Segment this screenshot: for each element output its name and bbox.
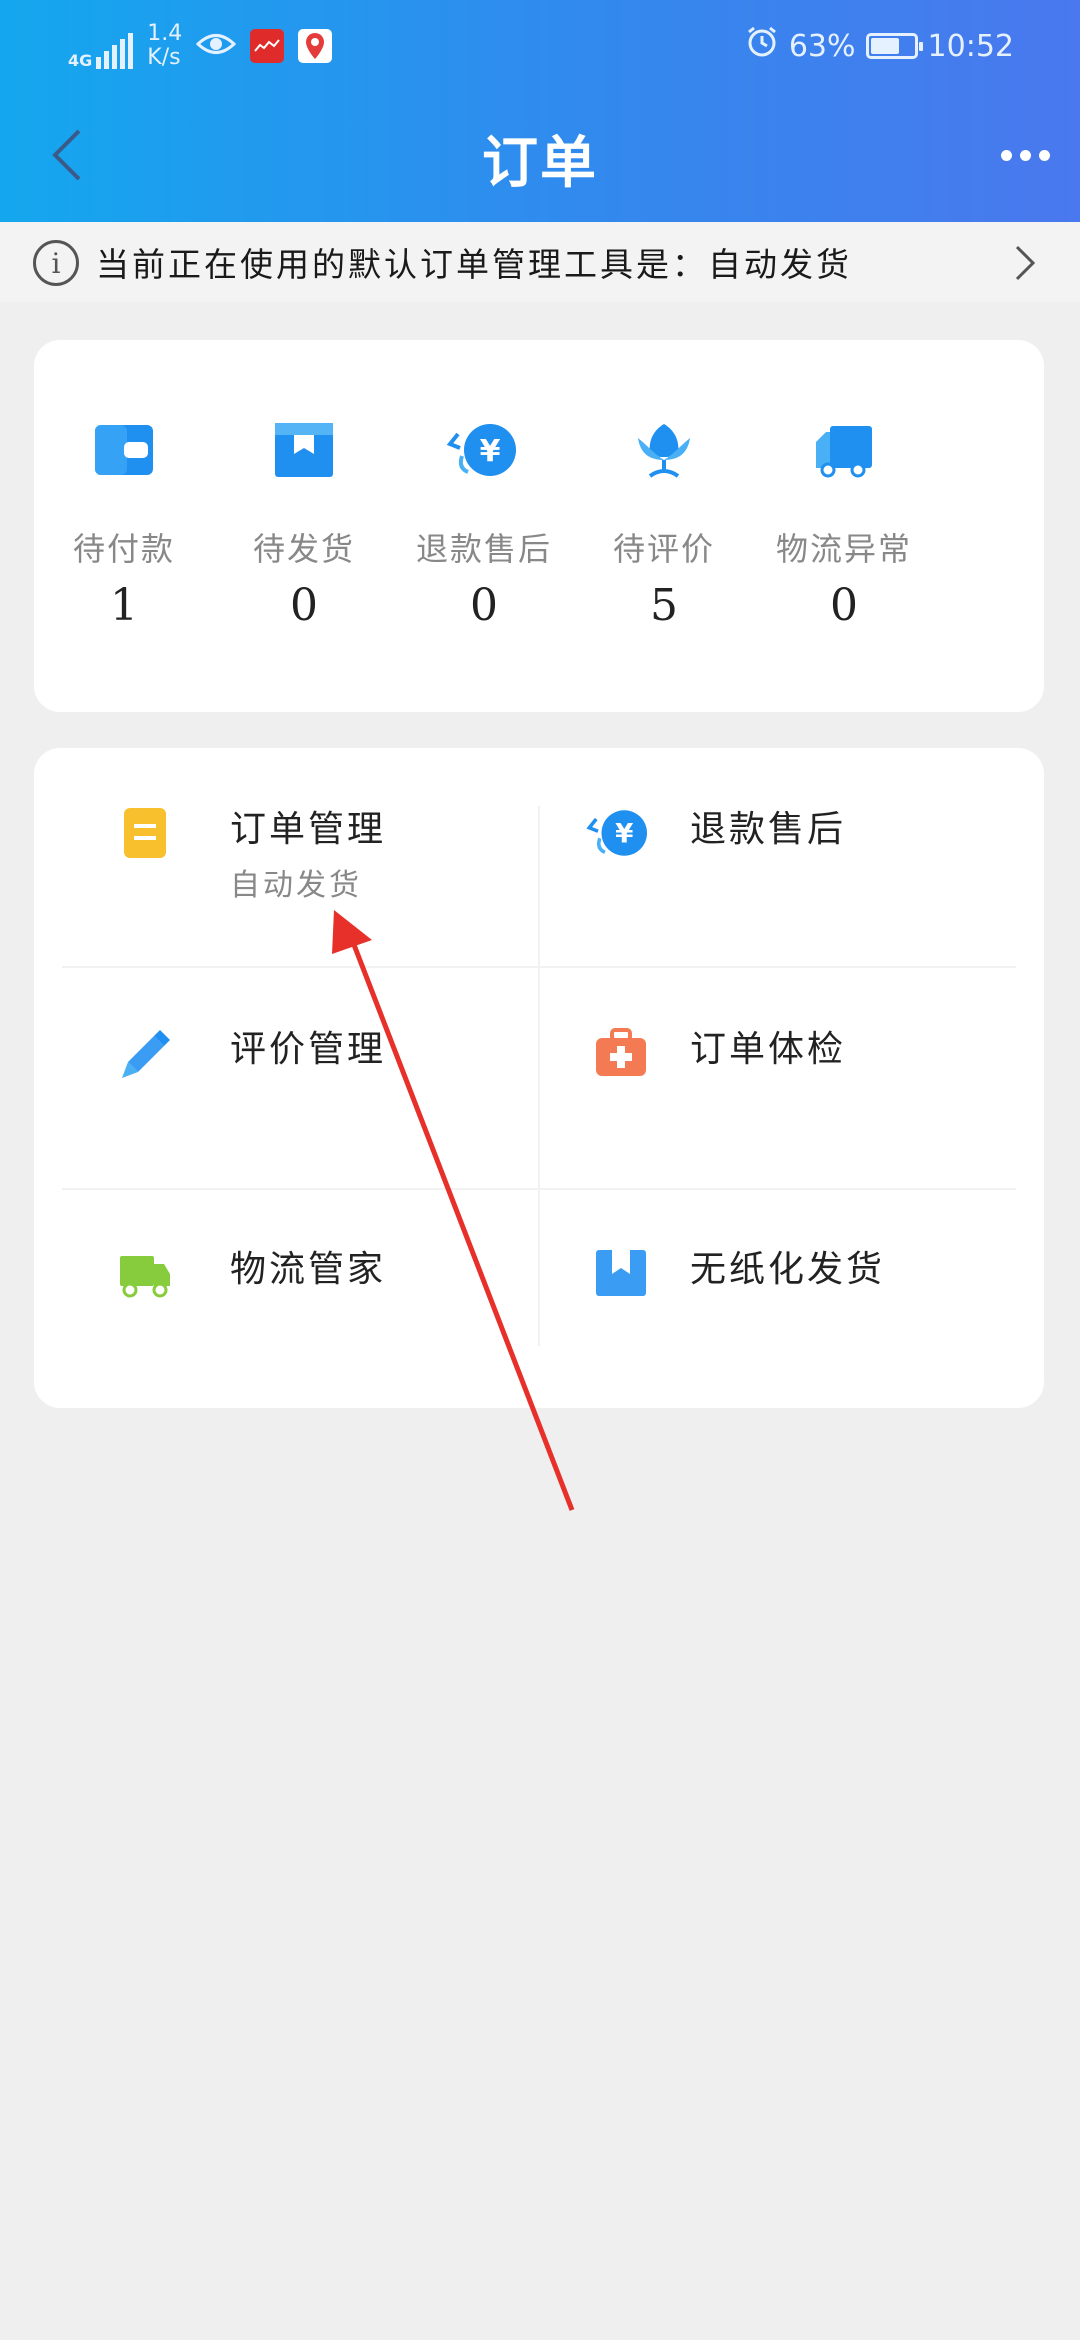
network-speed: 1.4 K/s: [147, 22, 182, 70]
menu-refund-aftersale[interactable]: ¥ 退款售后: [540, 748, 1014, 968]
battery-icon: [865, 33, 923, 59]
tools-menu-card: 订单管理 自动发货 ¥ 退款售后 评价管理 订单体检 物流管家 无纸化发货: [34, 748, 1044, 1408]
wallet-icon: [94, 420, 154, 480]
battery-percent: 63%: [788, 28, 856, 64]
more-button[interactable]: [990, 130, 1060, 180]
chevron-right-icon: [1000, 238, 1050, 288]
more-dot: [1000, 149, 1012, 161]
nav-bar: 订单: [0, 100, 1080, 210]
stat-label: 物流异常: [775, 530, 912, 568]
stat-count: 1: [110, 580, 138, 631]
menu-sublabel: 自动发货: [230, 868, 362, 903]
truck-icon: [118, 1246, 172, 1300]
package-icon: [274, 420, 334, 480]
stat-label: 待付款: [72, 530, 175, 568]
speed-value: 1.4: [147, 21, 183, 46]
clock: 10:52: [927, 28, 1014, 64]
refund-yen-icon: ¥: [444, 420, 524, 480]
flower-icon: [634, 420, 694, 480]
signal-indicator: 4G: [68, 23, 134, 70]
pencil-icon: [118, 1026, 172, 1080]
stat-label: 待评价: [612, 530, 715, 568]
menu-logistics-manager[interactable]: 物流管家: [64, 1188, 538, 1408]
menu-review-management[interactable]: 评价管理: [64, 968, 538, 1188]
eye-icon: [196, 29, 237, 63]
menu-label: 订单体检: [690, 1029, 847, 1070]
alarm-icon: [745, 25, 779, 67]
status-bar: 4G 1.4 K/s 63% 10:52: [0, 0, 1080, 90]
menu-label: 评价管理: [230, 1029, 387, 1070]
battery-fill: [870, 38, 899, 54]
medical-kit-icon: [594, 1026, 648, 1080]
more-dot: [1038, 149, 1050, 161]
more-dot: [1019, 149, 1031, 161]
menu-label: 物流管家: [230, 1249, 387, 1290]
menu-label: 无纸化发货: [690, 1249, 886, 1290]
stat-refund-aftersale[interactable]: ¥ 退款售后 0: [394, 420, 574, 631]
network-type: 4G: [68, 51, 93, 70]
stat-pending-shipment[interactable]: 待发货 0: [214, 420, 394, 631]
menu-order-management[interactable]: 订单管理 自动发货: [64, 748, 538, 968]
status-left: 4G 1.4 K/s: [68, 18, 333, 74]
menu-order-checkup[interactable]: 订单体检: [540, 968, 1014, 1188]
stat-count: 0: [290, 580, 318, 631]
stat-count: 0: [830, 580, 858, 631]
menu-paperless-shipping[interactable]: 无纸化发货: [540, 1188, 1014, 1408]
stat-pending-payment[interactable]: 待付款 1: [34, 420, 214, 631]
signal-icon: [96, 29, 134, 69]
order-status-card: 待付款 1 待发货 0 ¥ 退款售后 0 待评价 5 物流异常 0: [34, 340, 1044, 712]
menu-label: 订单管理: [230, 809, 387, 850]
page-title: 订单: [482, 131, 598, 196]
notice-bar[interactable]: i 当前正在使用的默认订单管理工具是：自动发货: [0, 222, 1080, 302]
stat-label: 退款售后: [415, 530, 552, 568]
svg-text:¥: ¥: [480, 434, 501, 469]
menu-label: 退款售后: [690, 809, 847, 850]
document-icon: [118, 806, 172, 860]
stat-logistics-exception[interactable]: 物流异常 0: [754, 420, 934, 631]
status-right: 63% 10:52: [745, 24, 1014, 68]
info-icon: i: [33, 240, 79, 286]
stat-count: 0: [470, 580, 498, 631]
stat-pending-review[interactable]: 待评价 5: [574, 420, 754, 631]
stock-app-icon: [250, 29, 285, 63]
speed-unit: K/s: [147, 45, 181, 70]
svg-text:¥: ¥: [615, 820, 633, 850]
header: 4G 1.4 K/s 63% 10:52 订单: [0, 0, 1080, 222]
map-pin-app-icon: [298, 29, 333, 63]
stat-count: 5: [650, 580, 678, 631]
notice-text: 当前正在使用的默认订单管理工具是：自动发货: [96, 245, 852, 284]
truck-icon: [814, 420, 874, 480]
box-icon: [594, 1246, 648, 1300]
refund-yen-icon: ¥: [584, 806, 654, 860]
stat-label: 待发货: [252, 530, 355, 568]
